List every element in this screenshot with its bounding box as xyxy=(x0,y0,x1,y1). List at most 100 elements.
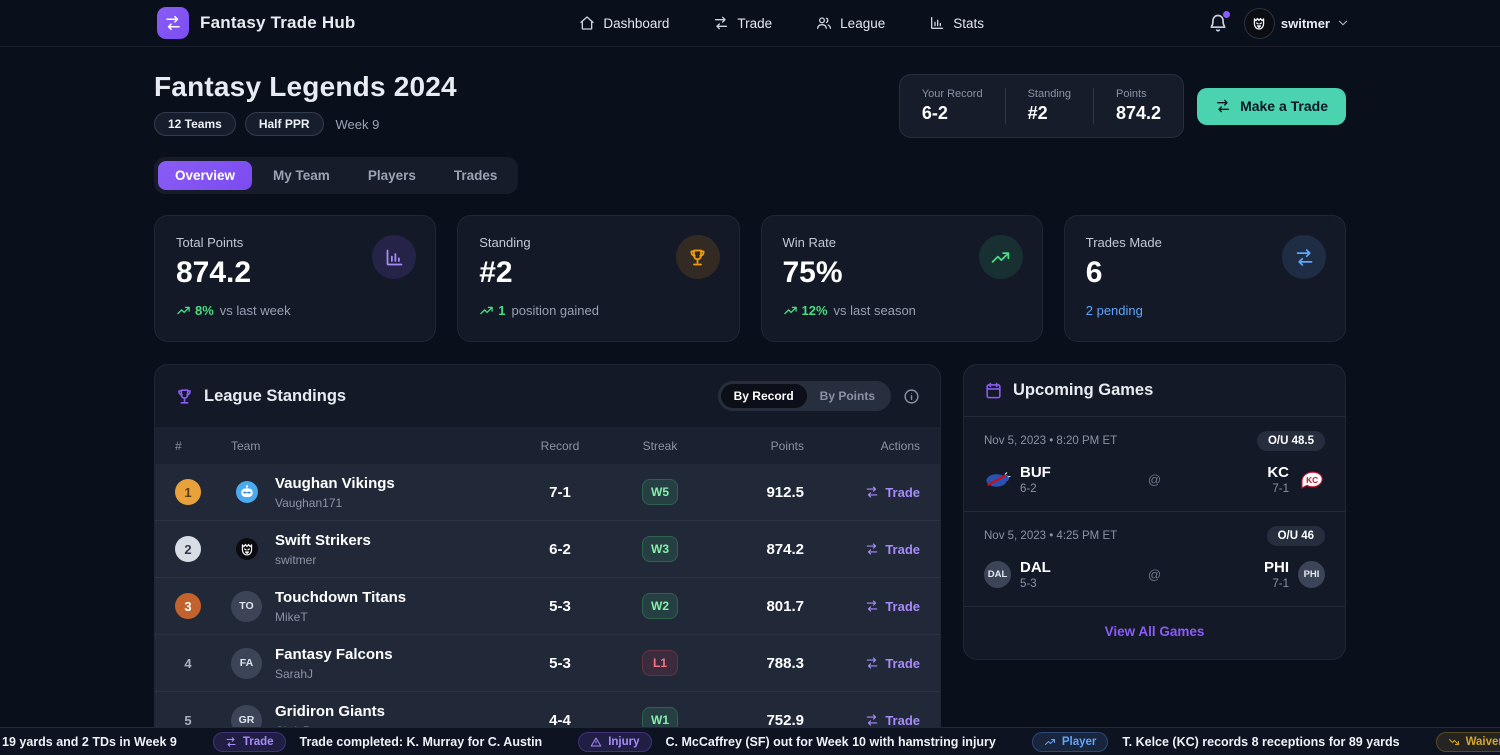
team-owner: switmer xyxy=(275,553,371,567)
page-header: Fantasy Legends 2024 12 Teams Half PPR W… xyxy=(154,71,1346,138)
row-trade-button[interactable]: Trade xyxy=(830,656,920,671)
nav-item-dashboard[interactable]: Dashboard xyxy=(579,15,669,31)
league-standings-panel: League Standings By Record By Points # T… xyxy=(154,364,941,750)
chart-icon xyxy=(372,235,416,279)
scoring-badge: Half PPR xyxy=(245,112,324,136)
nav-item-stats[interactable]: Stats xyxy=(929,15,984,31)
tab-overview[interactable]: Overview xyxy=(158,161,252,190)
upcoming-games-panel: Upcoming Games Nov 5, 2023 • 8:20 PM ET … xyxy=(963,364,1346,660)
stat-card-trades-made: Trades Made 6 2 pending xyxy=(1064,215,1346,342)
ticker-text: C. McCaffrey (SF) out for Week 10 with h… xyxy=(666,735,996,749)
stat-card-win-rate: Win Rate 75% 12% vs last season xyxy=(761,215,1043,342)
trophy-icon xyxy=(175,387,194,406)
trenddown-icon xyxy=(1448,736,1460,748)
stat-cards: Total Points 874.2 8% vs last week Stand… xyxy=(154,215,1346,342)
top-nav: Fantasy Trade Hub Dashboard Trade League… xyxy=(0,0,1500,47)
trade-icon xyxy=(713,15,729,31)
away-team-abbr: DAL xyxy=(1020,559,1051,576)
summary-points: Points 874.2 xyxy=(1093,88,1183,124)
make-trade-button[interactable]: Make a Trade xyxy=(1197,88,1346,125)
streak-badge: L1 xyxy=(642,650,678,676)
trade-icon xyxy=(1282,235,1326,279)
streak-badge: W2 xyxy=(642,593,678,619)
tab-players[interactable]: Players xyxy=(351,161,433,190)
standings-title: League Standings xyxy=(204,387,346,406)
upcoming-title: Upcoming Games xyxy=(1013,381,1153,400)
trophy-icon xyxy=(676,235,720,279)
team-record: 4-4 xyxy=(510,712,610,729)
rank-badge: 3 xyxy=(175,593,201,619)
stat-card-total-points: Total Points 874.2 8% vs last week xyxy=(154,215,436,342)
nav-item-league[interactable]: League xyxy=(816,15,885,31)
stat-note: vs last season xyxy=(834,303,916,318)
toggle-by-points[interactable]: By Points xyxy=(807,384,888,408)
game-date: Nov 5, 2023 • 4:25 PM ET xyxy=(984,530,1117,542)
trendup-icon xyxy=(1044,736,1056,748)
rank-badge: 2 xyxy=(175,536,201,562)
view-tabs: OverviewMy TeamPlayersTrades xyxy=(154,157,518,194)
week-label: Week 9 xyxy=(336,117,380,132)
warning-icon xyxy=(590,736,602,748)
team-name: Swift Strikers xyxy=(275,532,371,550)
team-points: 801.7 xyxy=(710,598,830,615)
trend-up-icon xyxy=(479,303,494,318)
view-all-games: View All Games xyxy=(964,606,1345,659)
home-team-record: 7-1 xyxy=(1267,483,1289,495)
record-summary: Your Record 6-2 Standing #2 Points 874.2 xyxy=(899,74,1184,138)
main-nav: Dashboard Trade League Stats xyxy=(356,15,1208,31)
toggle-by-record[interactable]: By Record xyxy=(721,384,807,408)
user-menu[interactable]: switmer xyxy=(1244,8,1350,39)
page-title: Fantasy Legends 2024 xyxy=(154,71,457,103)
team-record: 5-3 xyxy=(510,655,610,672)
rank-badge: 4 xyxy=(175,650,201,676)
ticker-item: 19 yards and 2 TDs in Week 9 xyxy=(2,735,177,749)
info-button[interactable] xyxy=(903,388,920,405)
streak-badge: W5 xyxy=(642,479,678,505)
row-trade-button[interactable]: Trade xyxy=(830,713,920,728)
team-points: 912.5 xyxy=(710,484,830,501)
nav-item-trade[interactable]: Trade xyxy=(713,15,772,31)
trade-arrows-icon xyxy=(865,713,879,727)
chevron-down-icon xyxy=(1336,16,1350,30)
ticker-badge-injury: Injury xyxy=(578,732,651,752)
username: switmer xyxy=(1281,16,1330,31)
row-trade-button[interactable]: Trade xyxy=(830,599,920,614)
row-trade-button[interactable]: Trade xyxy=(830,485,920,500)
over-under-badge: O/U 46 xyxy=(1267,526,1325,546)
team-name: Vaughan Vikings xyxy=(275,475,395,493)
notifications-button[interactable] xyxy=(1208,13,1228,33)
home-team-abbr: PHI xyxy=(1264,559,1289,576)
standings-row: 3 TO Touchdown Titans MikeT 5-3 W2 801.7… xyxy=(155,578,940,635)
ticker-badge-trade: Trade xyxy=(213,732,286,752)
team-points: 874.2 xyxy=(710,541,830,558)
ticker-badge-player: Player xyxy=(1032,732,1109,752)
stat-delta: 12% xyxy=(783,303,828,318)
home-team-record: 7-1 xyxy=(1264,578,1289,590)
team-owner: MikeT xyxy=(275,610,406,624)
team-name: Touchdown Titans xyxy=(275,589,406,607)
ticker-item: Waiver D. Hopkins claimed off waivers xyxy=(1436,732,1500,752)
row-trade-button[interactable]: Trade xyxy=(830,542,920,557)
teams-badge: 12 Teams xyxy=(154,112,236,136)
tab-my-team[interactable]: My Team xyxy=(256,161,347,190)
game-row: Nov 5, 2023 • 4:25 PM ET O/U 46 DAL DAL … xyxy=(964,511,1345,606)
trade-arrows-icon xyxy=(865,656,879,670)
at-symbol: @ xyxy=(1104,472,1205,487)
app-logo[interactable] xyxy=(157,7,189,39)
stat-delta: 1 xyxy=(479,303,505,318)
team-record: 5-3 xyxy=(510,598,610,615)
stat-delta: 8% xyxy=(176,303,214,318)
brand: Fantasy Trade Hub xyxy=(157,7,356,39)
team-points: 752.9 xyxy=(710,712,830,729)
view-all-games-link[interactable]: View All Games xyxy=(1105,624,1205,639)
over-under-badge: O/U 48.5 xyxy=(1257,431,1325,451)
bills-logo xyxy=(984,466,1011,493)
game-row: Nov 5, 2023 • 8:20 PM ET O/U 48.5 BUF 6-… xyxy=(964,416,1345,511)
trade-arrows-icon xyxy=(164,14,182,32)
svg-text:KC: KC xyxy=(1306,475,1318,485)
team-avatar-mascot xyxy=(231,534,262,565)
stat-note: position gained xyxy=(511,303,598,318)
tab-trades[interactable]: Trades xyxy=(437,161,515,190)
away-team-record: 5-3 xyxy=(1020,578,1051,590)
trade-arrows-icon xyxy=(1215,98,1231,114)
